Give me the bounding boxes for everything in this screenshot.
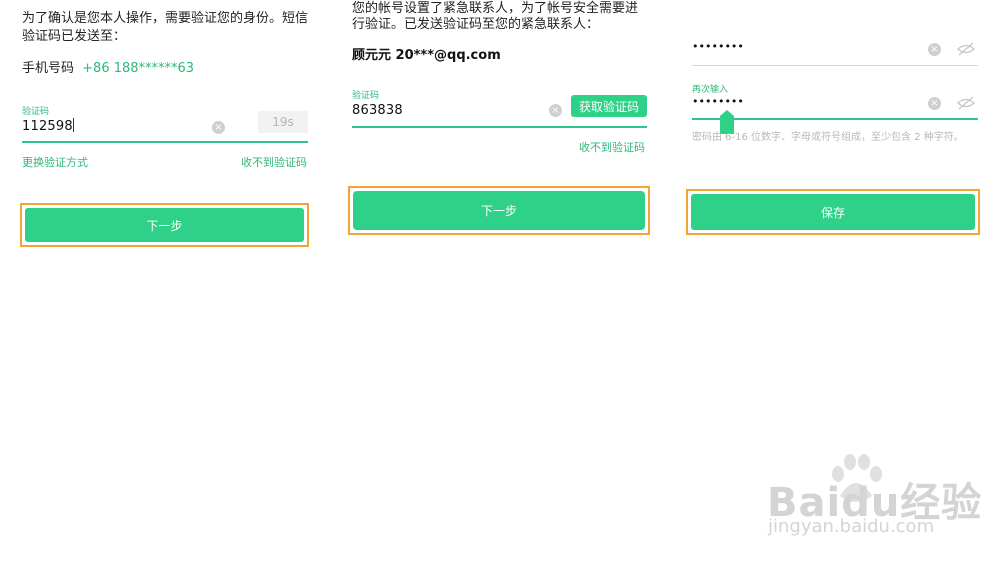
watermark-url: jingyan.baidu.com xyxy=(768,516,935,537)
phone-label: 手机号码 xyxy=(22,61,75,76)
clear-icon[interactable]: × xyxy=(928,43,941,56)
code-input[interactable]: 863838 xyxy=(352,103,403,118)
phone-row: 手机号码 +86 188******63 xyxy=(22,60,194,78)
eye-hidden-icon[interactable] xyxy=(957,96,975,110)
clear-icon[interactable]: × xyxy=(549,104,562,117)
code-underline xyxy=(22,141,308,143)
highlight-frame: 保存 xyxy=(686,189,980,235)
phone-number: +86 188******63 xyxy=(82,61,195,76)
code-input[interactable]: 112598 xyxy=(22,118,74,134)
clear-icon[interactable]: × xyxy=(212,121,225,134)
code-value: 112598 xyxy=(22,119,73,134)
switch-method-link[interactable]: 更换验证方式 xyxy=(22,154,88,170)
save-button[interactable]: 保存 xyxy=(691,194,975,230)
confirm-underline xyxy=(692,118,978,120)
next-button[interactable]: 下一步 xyxy=(353,191,645,230)
contact-text: 顾元元 20***@qq.com xyxy=(352,48,501,63)
password-input[interactable]: •••••••• xyxy=(692,40,744,53)
code-label: 验证码 xyxy=(352,91,380,101)
eye-hidden-icon[interactable] xyxy=(957,42,975,56)
confirm-label: 再次输入 xyxy=(692,85,729,95)
confirm-input[interactable]: •••••••• xyxy=(692,95,744,108)
highlight-frame: 下一步 xyxy=(348,186,650,235)
countdown-button[interactable]: 19s xyxy=(258,111,308,133)
next-button[interactable]: 下一步 xyxy=(25,208,304,242)
password-underline xyxy=(692,65,978,66)
text-selection-handle-icon[interactable] xyxy=(720,110,734,134)
text-cursor xyxy=(72,118,74,132)
code-underline xyxy=(352,126,647,128)
intro-text: 为了确认是您本人操作，需要验证您的身份。短信验证码已发送至： xyxy=(22,11,309,44)
highlight-frame: 下一步 xyxy=(20,203,309,247)
password-hint: 密码由 6-16 位数字、字母或符号组成，至少包含 2 种字符。 xyxy=(692,132,964,143)
intro-line-2: 行验证。已发送验证码至您的紧急联系人： xyxy=(352,17,600,32)
no-code-link[interactable]: 收不到验证码 xyxy=(241,154,307,170)
get-code-button[interactable]: 获取验证码 xyxy=(571,95,647,117)
clear-icon[interactable]: × xyxy=(928,97,941,110)
no-code-link[interactable]: 收不到验证码 xyxy=(579,139,645,155)
code-label: 验证码 xyxy=(22,107,50,117)
